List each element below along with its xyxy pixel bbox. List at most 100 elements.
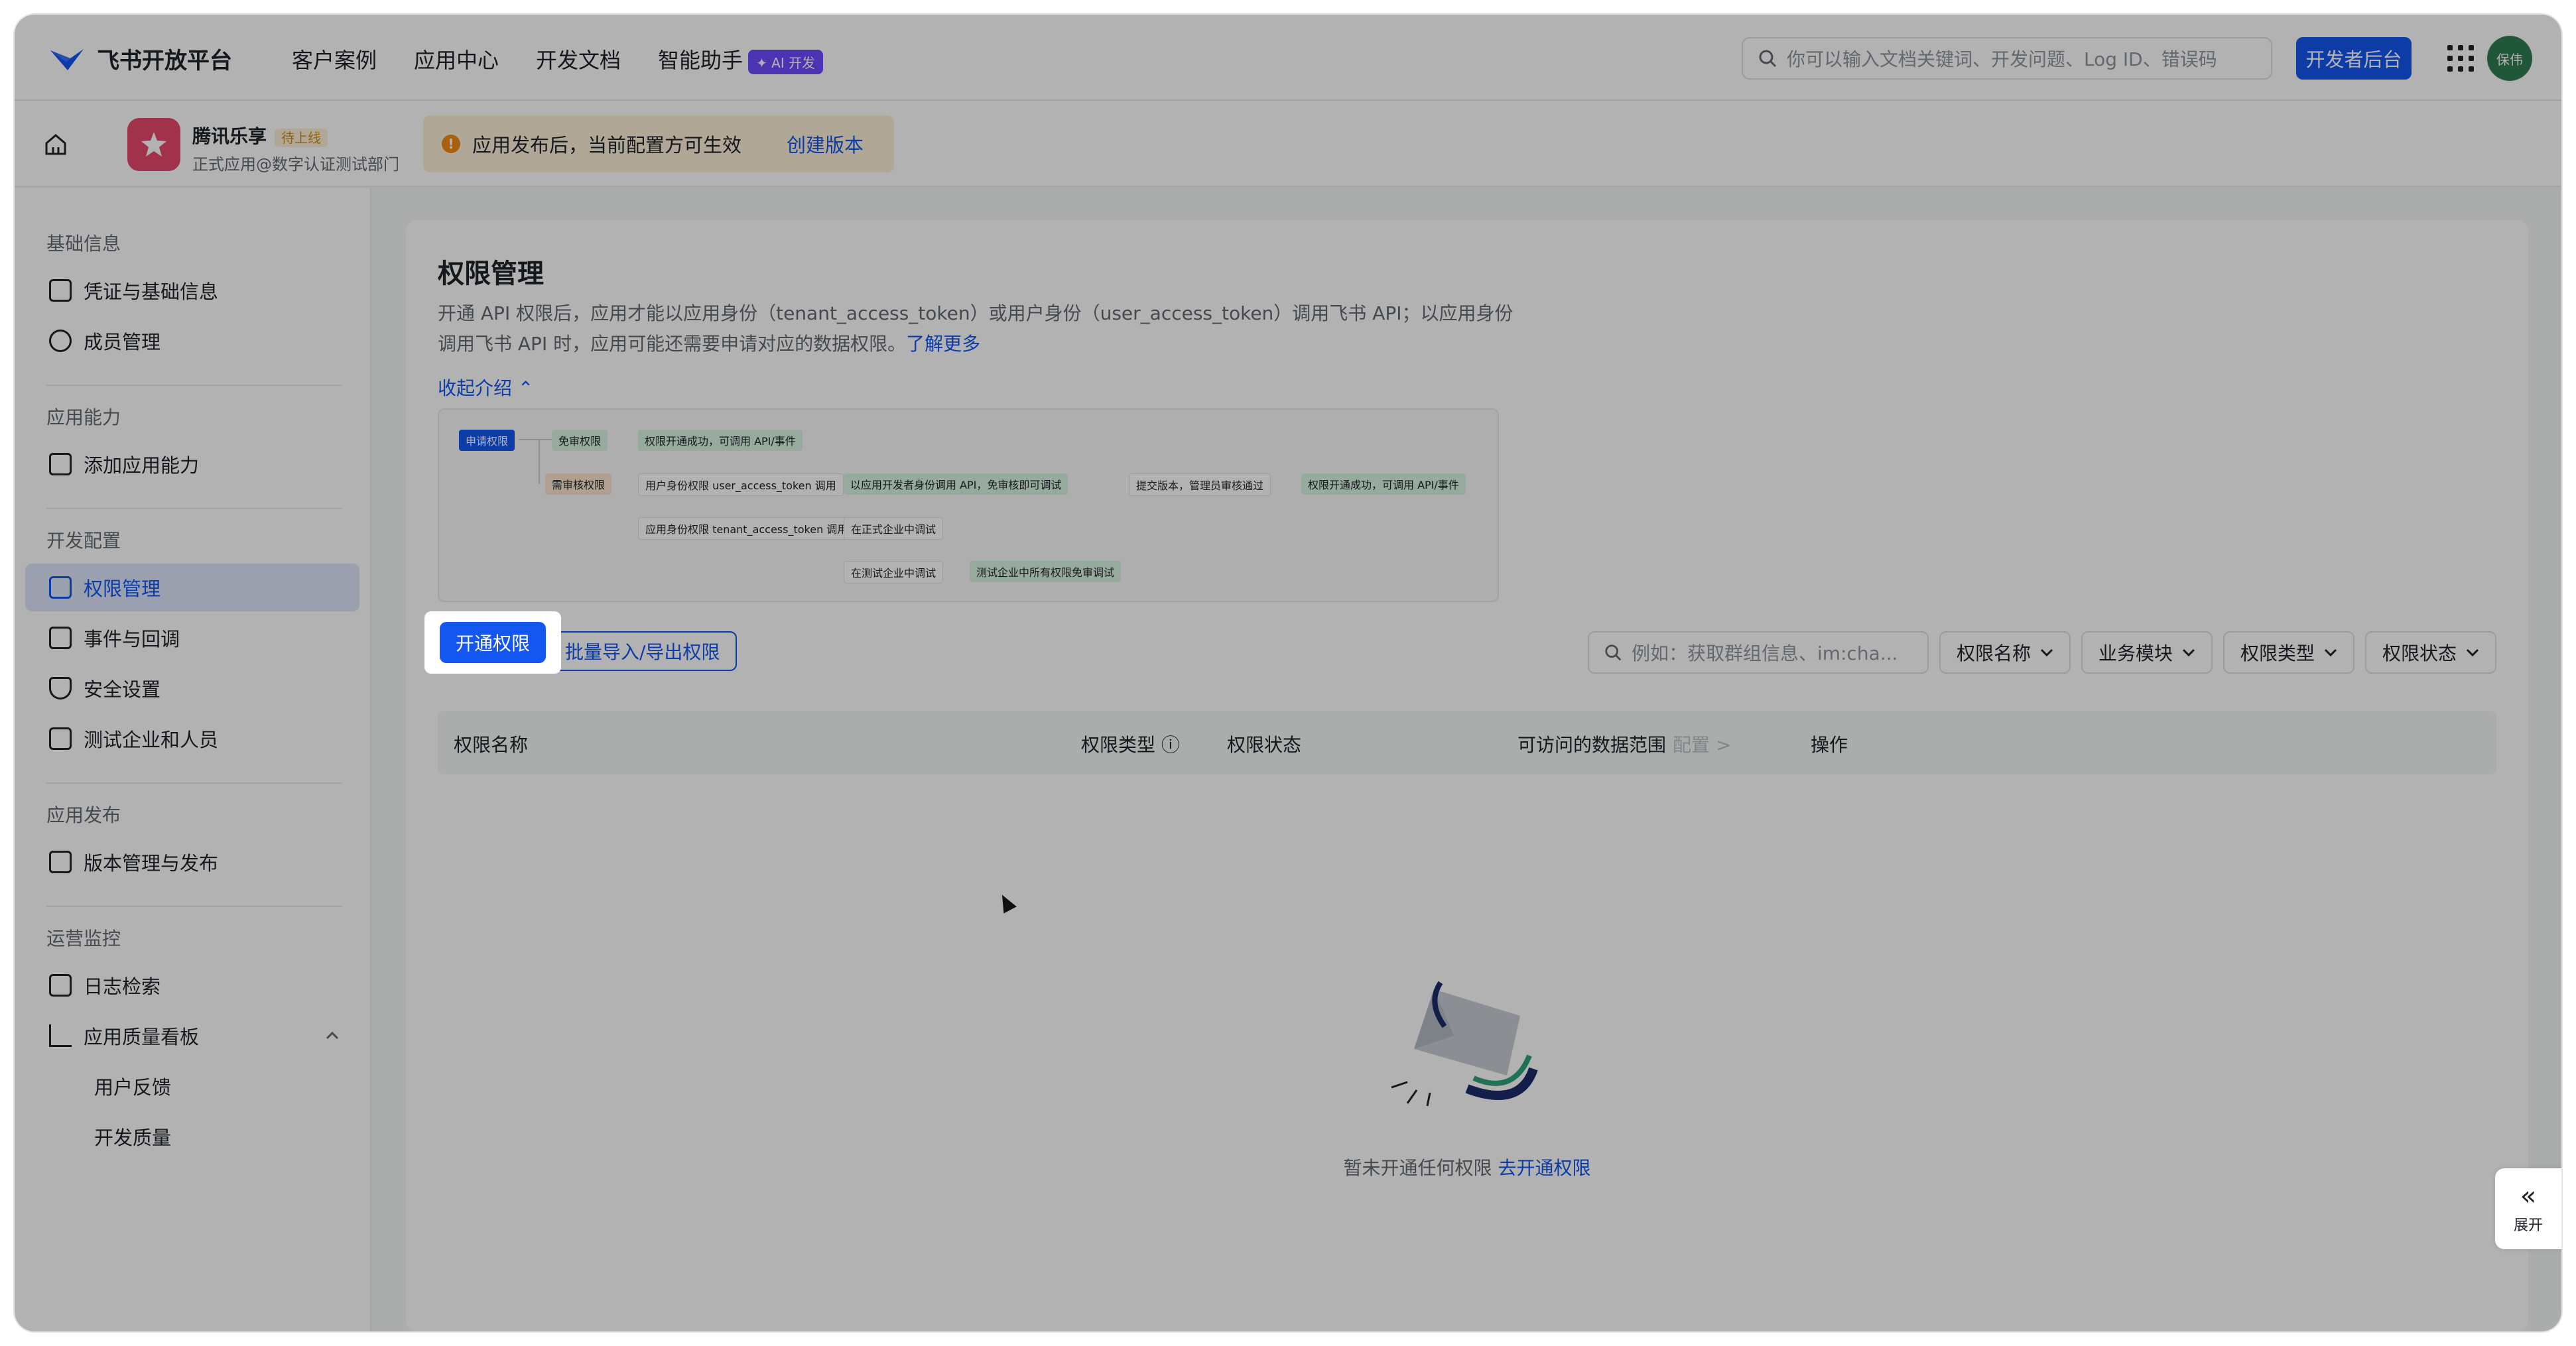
star-icon [141,132,166,156]
column-header-type: 权限类型 ⓘ [1081,731,1180,757]
batch-import-export-button[interactable]: 批量导入/导出权限 [548,631,738,671]
sidebar-item-events[interactable]: 事件与回调 [25,614,359,662]
sidebar-item-security[interactable]: 安全设置 [25,664,359,712]
divider [46,508,342,509]
sidebar-item-versions[interactable]: 版本管理与发布 [25,838,359,886]
app-subtitle: 正式应用@数字认证测试部门 [192,155,399,174]
brand-logo[interactable]: 飞书开放平台 [48,42,232,75]
top-nav-bar: 飞书开放平台 客户案例 应用中心 开发文档 智能助手 ✦ AI 开发 你可以输入文… [15,15,2561,101]
sidebar-item-add-capability[interactable]: 添加应用能力 [25,440,359,488]
column-header-status: 权限状态 [1227,734,1302,756]
nav-ai-assistant-label: 智能助手 [658,48,743,73]
sidebar-item-members[interactable]: 成员管理 [25,317,359,365]
create-version-link[interactable]: 创建版本 [787,130,864,158]
page-title: 权限管理 [438,259,544,289]
permission-flow-diagram: 申请权限 免审权限 权限开通成功，可调用 API/事件 需审核权限 用户身份权限… [438,408,1499,602]
filter-permission-status[interactable]: 权限状态 [2364,631,2496,674]
app-name: 腾讯乐享 待上线 [192,122,328,149]
open-permission-button-highlighted[interactable]: 开通权限 [440,622,546,663]
divider [46,906,342,907]
learn-more-link[interactable]: 了解更多 [906,333,980,355]
sidebar-item-label: 版本管理与发布 [84,852,219,875]
sidebar: 基础信息 凭证与基础信息 成员管理 应用能力 添加应用能力 开发配置 权限管理 … [15,188,371,1331]
filter-label: 权限状态 [2382,642,2457,664]
flow-dev-call: 以应用开发者身份调用 API，免审核即可调试 [844,473,1068,495]
user-avatar[interactable]: 保伟 [2487,36,2532,81]
go-open-permission-link[interactable]: 去开通权限 [1498,1157,1590,1179]
id-card-icon [49,279,72,302]
nav-ai-assistant[interactable]: 智能助手 ✦ AI 开发 [658,44,824,74]
app-icon [127,118,180,171]
filter-permission-name[interactable]: 权限名称 [1939,631,2071,674]
column-header-type-label: 权限类型 [1081,734,1156,756]
nav-dev-docs[interactable]: 开发文档 [536,44,621,74]
sidebar-item-credentials[interactable]: 凭证与基础信息 [25,267,359,314]
code-icon [49,727,72,750]
flow-prod-debug: 在正式企业中调试 [844,517,944,540]
developer-console-button[interactable]: 开发者后台 [2296,37,2412,80]
sidebar-item-user-feedback[interactable]: 用户反馈 [25,1062,359,1110]
sidebar-item-permissions[interactable]: 权限管理 [25,564,359,611]
chevron-down-icon [2040,648,2053,656]
search-icon [1605,644,1622,661]
group-basic-info: 基础信息 [46,233,121,255]
notice-text: 应用发布后，当前配置方可生效 [472,134,742,156]
search-icon [1759,50,1777,68]
nav-app-center[interactable]: 应用中心 [414,44,499,74]
bar-chart-icon [49,1024,72,1047]
sidebar-item-label: 日志检索 [84,975,161,998]
empty-state: 暂未开通任何权限 去开通权限 [406,1154,2528,1180]
home-icon[interactable] [42,131,69,158]
sidebar-item-label: 添加应用能力 [84,454,200,477]
group-app-capability: 应用能力 [46,406,121,428]
column-header-data-scope: 可访问的数据范围 [1517,734,1667,756]
filter-permission-type[interactable]: 权限类型 [2222,631,2354,674]
flow-apply: 申请权限 [459,430,515,451]
expand-panel-button[interactable]: « 展开 [2495,1168,2561,1249]
sidebar-item-label: 事件与回调 [84,628,180,650]
sidebar-item-quality-board[interactable]: 应用质量看板 [25,1012,359,1060]
configure-scope-link[interactable]: 配置 > [1673,731,1731,757]
user-icon [49,330,72,352]
chevron-down-icon [2324,648,2337,656]
sidebar-item-logs[interactable]: 日志检索 [25,961,359,1009]
event-plus-icon [49,627,72,649]
permission-search-placeholder: 例如：获取群组信息、im:cha... [1631,642,1898,664]
flow-connector [519,439,552,440]
sidebar-item-label: 成员管理 [84,331,161,353]
upload-icon [49,851,72,873]
briefcase-icon [49,576,72,599]
apps-grid-icon[interactable] [2447,45,2474,72]
app-name-text: 腾讯乐享 [192,125,267,147]
collapse-intro-toggle[interactable]: 收起介绍 ⌃ [438,374,533,400]
group-ops-monitor: 运营监控 [46,928,121,949]
flow-test-debug: 在测试企业中调试 [844,561,944,583]
sidebar-item-dev-quality[interactable]: 开发质量 [25,1113,359,1160]
publish-notice: ! 应用发布后，当前配置方可生效 创建版本 [423,115,894,172]
global-search-input[interactable]: 你可以输入文档关键词、开发问题、Log ID、错误码 [1742,37,2272,80]
sidebar-item-test-orgs[interactable]: 测试企业和人员 [25,715,359,763]
sidebar-item-label: 权限管理 [84,578,161,600]
nav-customer-cases[interactable]: 客户案例 [292,44,377,74]
grid-plus-icon [49,453,72,475]
permission-search-input[interactable]: 例如：获取群组信息、im:cha... [1587,631,1929,674]
flow-user-perm: 用户身份权限 user_access_token 调用 [638,473,844,496]
app-header: 腾讯乐享 待上线 正式应用@数字认证测试部门 ! 应用发布后，当前配置方可生效 创… [15,101,2561,187]
flow-success: 权限开通成功，可调用 API/事件 [638,430,803,451]
flow-test-free: 测试企业中所有权限免审调试 [970,561,1122,582]
permission-filters: 例如：获取群组信息、im:cha... 权限名称 业务模块 权限类型 权限状态 [1587,631,2496,674]
help-circle-icon[interactable]: ⓘ [1161,734,1180,756]
filter-business-module[interactable]: 业务模块 [2081,631,2213,674]
expand-label: 展开 [2513,1217,2543,1234]
top-nav: 客户案例 应用中心 开发文档 智能助手 ✦ AI 开发 [292,44,824,74]
filter-label: 权限类型 [2240,642,2315,664]
flow-connector [539,439,540,484]
sidebar-item-label: 用户反馈 [94,1076,172,1099]
brand-name: 飞书开放平台 [97,48,232,74]
shield-icon [49,677,72,700]
column-header-name: 权限名称 [454,734,529,756]
sidebar-item-label: 测试企业和人员 [84,729,219,751]
page-description: 开通 API 权限后，应用才能以应用身份（tenant_access_token… [438,298,1525,359]
feishu-logo-icon [50,48,84,70]
log-search-icon [49,974,72,997]
